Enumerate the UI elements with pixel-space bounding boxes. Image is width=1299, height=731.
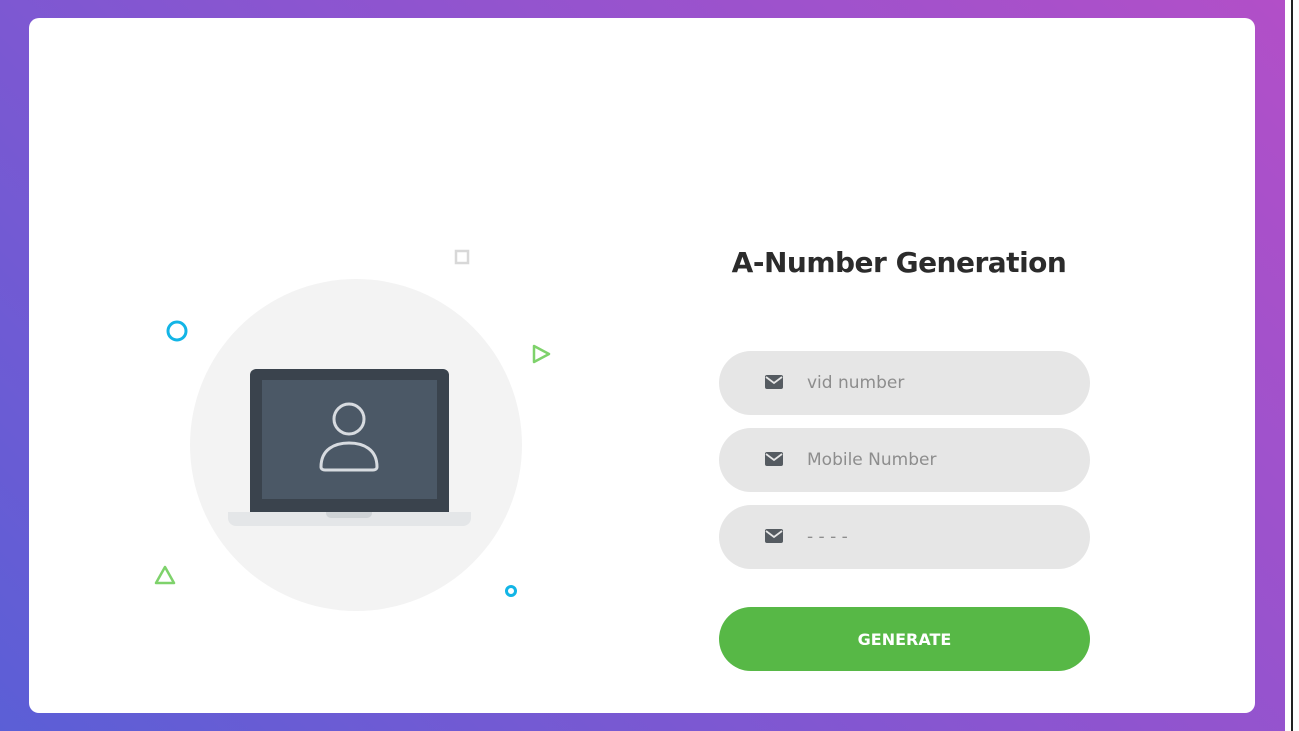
play-triangle-shape-icon [532,344,551,364]
laptop-display [262,380,437,499]
user-icon [319,402,379,472]
envelope-icon [765,452,783,466]
mobile-number-field[interactable] [719,428,1090,492]
envelope-icon [765,529,783,543]
generate-button[interactable]: GENERATE [719,607,1090,671]
code-field[interactable] [719,505,1090,569]
login-card: A-Number Generation GENERATE [29,18,1255,713]
laptop-icon [250,369,449,512]
square-shape-icon [454,249,470,265]
vid-number-field[interactable] [719,351,1090,415]
vid-number-input[interactable] [807,351,1067,415]
mobile-number-input[interactable] [807,428,1067,492]
envelope-icon [765,375,783,389]
laptop-notch [326,512,372,518]
laptop-base [228,512,471,526]
window-edge [1291,0,1293,731]
triangle-shape-icon [154,565,176,585]
code-input[interactable] [807,505,1067,569]
small-ring-shape-icon [505,585,517,597]
ring-shape-icon [166,320,188,342]
page-title: A-Number Generation [731,246,1067,279]
